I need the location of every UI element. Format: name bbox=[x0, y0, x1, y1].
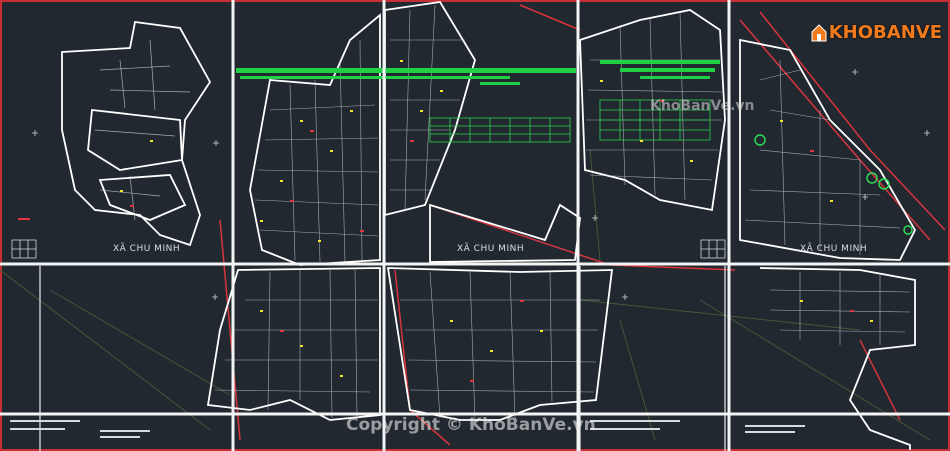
brand-logo[interactable]: KHOBANVE bbox=[811, 22, 942, 43]
watermark-top: KhoBanVe.vn bbox=[650, 98, 755, 114]
cad-drawing-canvas[interactable]: XÃ CHU MINH XÃ CHU MINH XÃ CHU MINH KhoB… bbox=[0, 0, 950, 451]
brand-logo-text: KHOBANVE bbox=[828, 22, 942, 43]
sheet-title-left: XÃ CHU MINH bbox=[113, 244, 181, 254]
sheet-title-center: XÃ CHU MINH bbox=[457, 244, 525, 254]
cadastral-map bbox=[0, 0, 950, 451]
house-logo-icon bbox=[811, 23, 827, 41]
sheet-title-right: XÃ CHU MINH bbox=[800, 244, 868, 254]
watermark-bottom: Copyright © KhoBanVe.vn bbox=[346, 415, 596, 435]
